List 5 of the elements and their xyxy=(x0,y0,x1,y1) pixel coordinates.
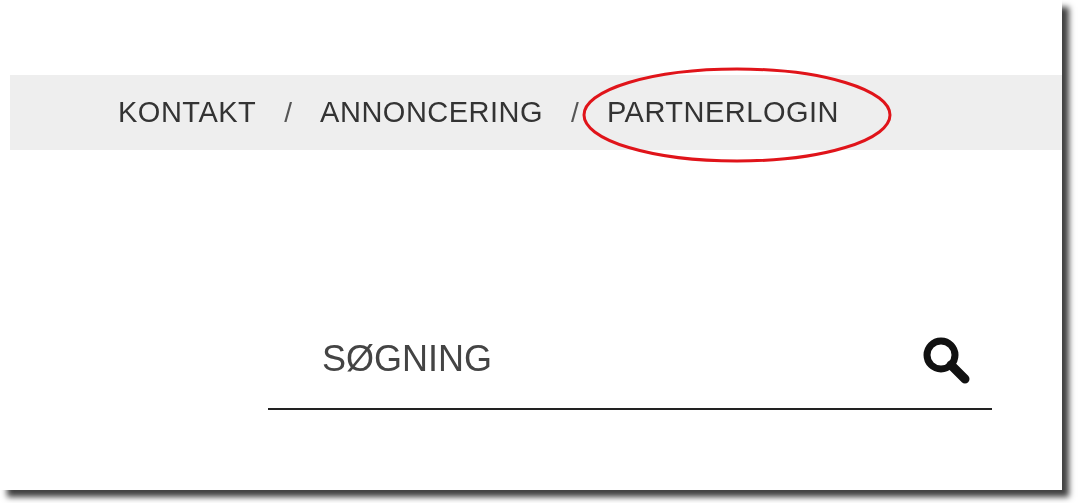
search-field[interactable]: SØGNING xyxy=(268,310,992,410)
nav-link[interactable]: ANNONCERING xyxy=(320,96,544,128)
nav-separator: / xyxy=(571,96,579,129)
nav-separator: / xyxy=(284,96,293,129)
nav-link[interactable]: KONTAKT xyxy=(118,96,257,128)
